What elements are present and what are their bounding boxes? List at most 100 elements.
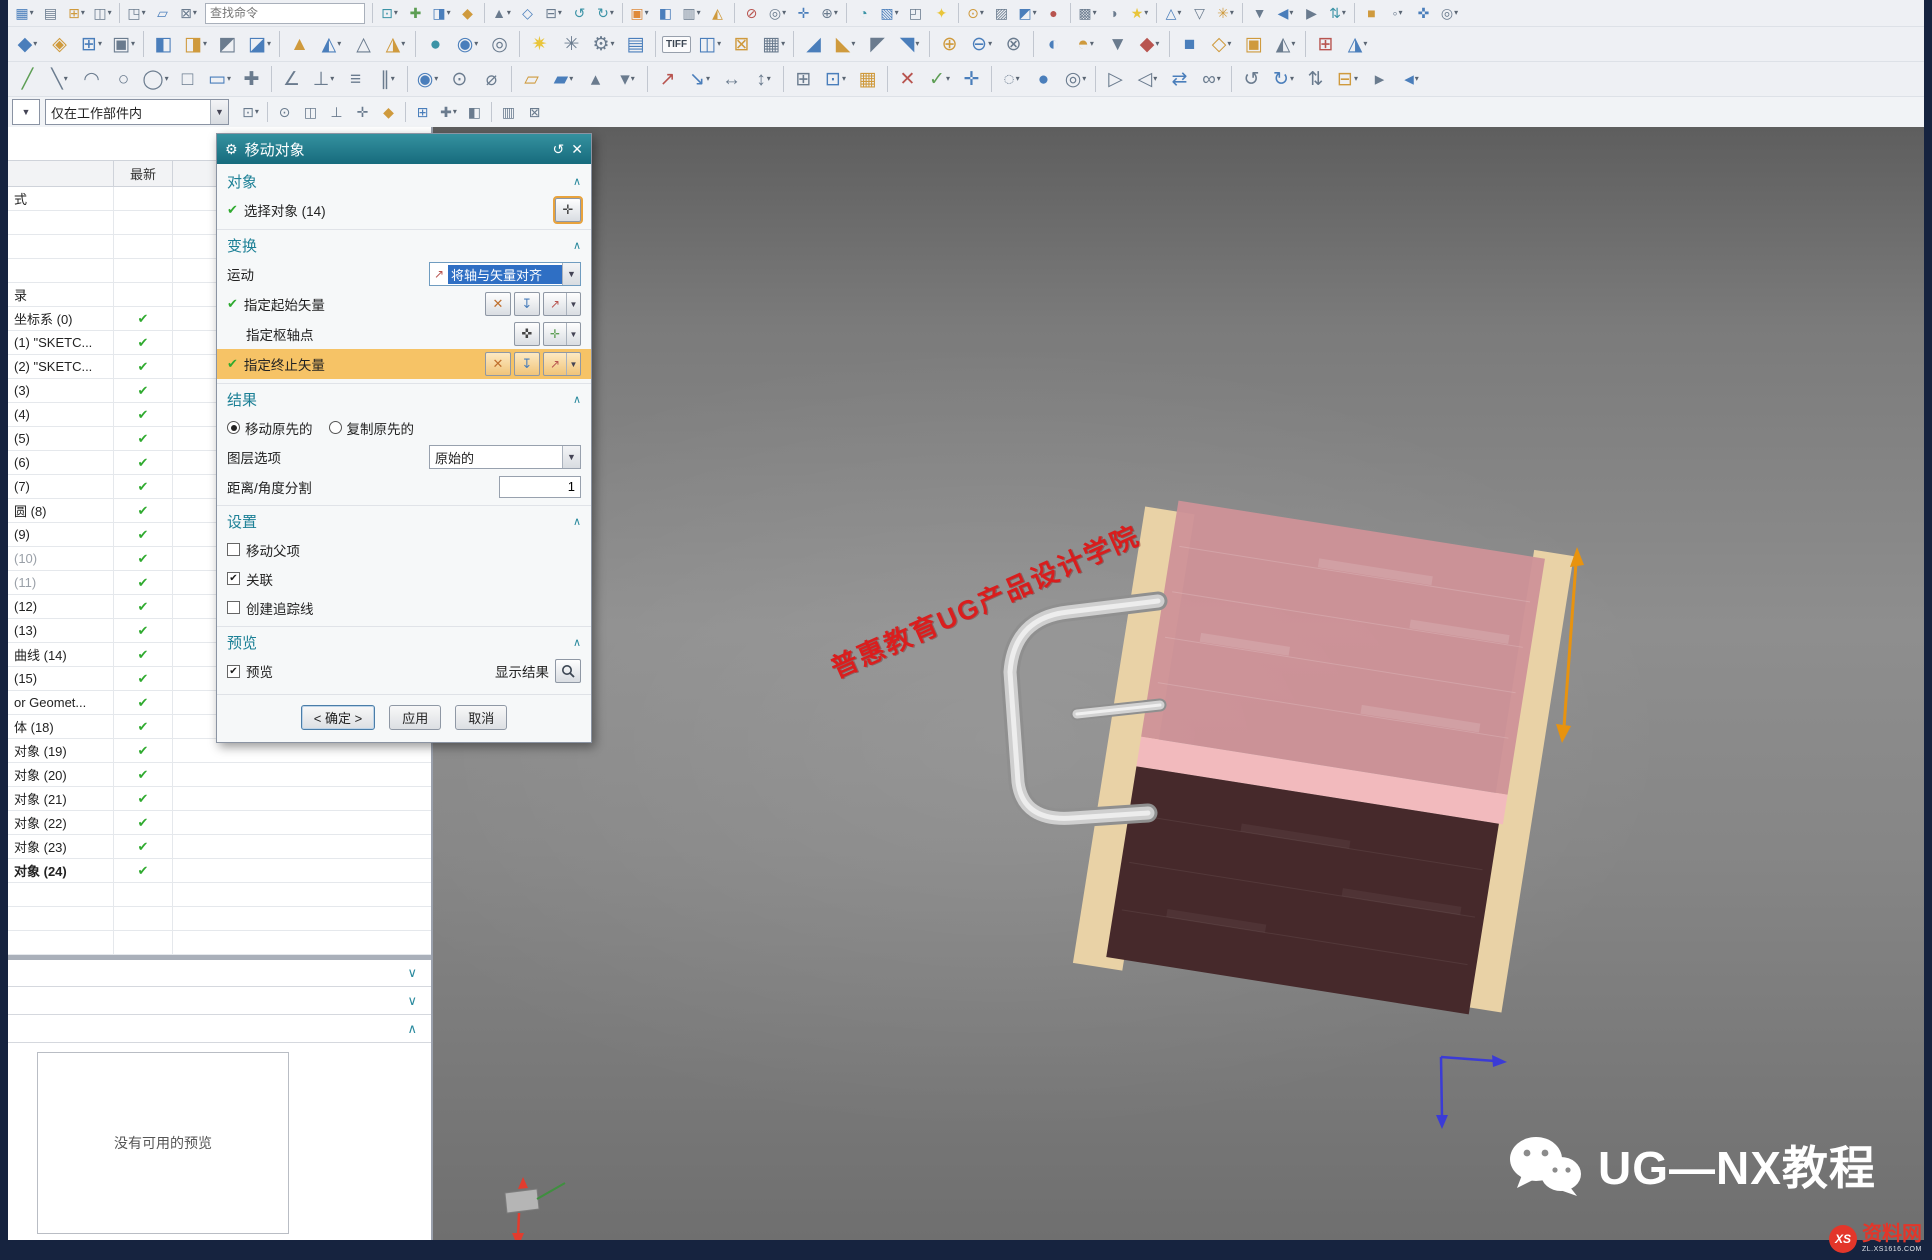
toolbar-icon[interactable]: ✓▾	[924, 65, 955, 93]
point-dialog-button[interactable]: ✜	[514, 322, 540, 346]
cancel-button[interactable]: 取消	[455, 705, 507, 730]
check-icon[interactable]: ✔	[113, 859, 173, 882]
toolbar-icon[interactable]: ✕	[892, 65, 923, 93]
toolbar-icon[interactable]: ▭▾	[204, 65, 235, 93]
toolbar-icon[interactable]: ◠	[76, 65, 107, 93]
toolbar-icon[interactable]: ▸	[1364, 65, 1395, 93]
check-icon[interactable]: ✔	[113, 739, 173, 762]
toolbar-icon[interactable]: ▣	[1238, 30, 1269, 58]
vector-dialog-button[interactable]: ↧	[514, 292, 540, 316]
chevron-down-icon[interactable]: ∨	[407, 965, 417, 981]
toolbar-icon[interactable]: ▶	[1299, 2, 1324, 24]
toolbar-icon[interactable]: ▱	[150, 2, 175, 24]
toolbar-icon[interactable]: ◪▾	[244, 30, 275, 58]
toolbar-icon[interactable]: ⊠	[522, 101, 547, 123]
toolbar-icon[interactable]: ●	[1028, 65, 1059, 93]
check-icon[interactable]: ✔	[113, 787, 173, 810]
toolbar-icon[interactable]: ✛	[791, 2, 816, 24]
tree-row[interactable]	[8, 931, 431, 955]
toolbar-icon[interactable]: ▤	[38, 2, 63, 24]
tree-row[interactable]	[8, 883, 431, 907]
tree-header-latest-column[interactable]: 最新	[113, 161, 173, 186]
tree-row[interactable]: 对象 (23)✔	[8, 835, 431, 859]
toolbar-icon[interactable]: ⊙	[272, 101, 297, 123]
toolbar-icon[interactable]: ◧	[462, 101, 487, 123]
toolbar-icon[interactable]: ◭▾	[1270, 30, 1301, 58]
toolbar-icon[interactable]: ◫▾	[90, 2, 115, 24]
toolbar-icon[interactable]: ⇅▾	[1325, 2, 1350, 24]
toolbar-icon[interactable]: ⌀	[476, 65, 507, 93]
check-icon[interactable]: ✔	[113, 763, 173, 786]
toolbar-icon[interactable]: ⊠▾	[176, 2, 201, 24]
toolbar-icon[interactable]: ◈	[44, 30, 75, 58]
toolbar-icon[interactable]: ⊟▾	[541, 2, 566, 24]
check-icon[interactable]: ✔	[113, 667, 173, 690]
toolbar-icon[interactable]: ◮▾	[380, 30, 411, 58]
toolbar-icon[interactable]: ◆▾	[12, 30, 43, 58]
toolbar-icon[interactable]: ◉▾	[412, 65, 443, 93]
section-header-result[interactable]: 结果 ∧	[217, 383, 591, 413]
tree-section-details[interactable]: ∨	[8, 988, 431, 1015]
check-icon[interactable]: ✔	[113, 499, 173, 522]
toolbar-icon[interactable]: ▦	[852, 65, 883, 93]
toolbar-icon[interactable]: ▦▾	[758, 30, 789, 58]
toolbar-icon[interactable]: ●	[1041, 2, 1066, 24]
wcs-axes-icon[interactable]	[1436, 1055, 1507, 1129]
trace-curves-checkbox[interactable]	[227, 601, 240, 614]
toolbar-icon[interactable]: ⊙▾	[963, 2, 988, 24]
inferred-vector-button[interactable]: ✕	[485, 352, 511, 376]
section-header-preview[interactable]: 预览 ∧	[217, 626, 591, 656]
toolbar-icon[interactable]: ◆	[376, 101, 401, 123]
division-input[interactable]	[499, 476, 581, 498]
viewport-3d-scene[interactable]	[433, 127, 1924, 1240]
check-icon[interactable]: ✔	[113, 475, 173, 498]
tree-row[interactable]	[8, 907, 431, 931]
toolbar-icon[interactable]: ◁▾	[1132, 65, 1163, 93]
ok-button[interactable]: < 确定 >	[301, 705, 375, 730]
toolbar-icon[interactable]: ◇	[515, 2, 540, 24]
reset-icon[interactable]: ↺	[553, 141, 565, 158]
check-icon[interactable]: ✔	[113, 619, 173, 642]
toolbar-icon[interactable]: ●	[420, 30, 451, 58]
toolbar-icon[interactable]: ◧	[148, 30, 179, 58]
check-icon[interactable]: ✔	[113, 451, 173, 474]
vector-dialog-button[interactable]: ↧	[514, 352, 540, 376]
toolbar-icon[interactable]: ⊥	[324, 101, 349, 123]
toolbar-icon[interactable]: ⊡▾	[377, 2, 402, 24]
toolbar-icon[interactable]: △▾	[1161, 2, 1186, 24]
toolbar-icon[interactable]: ↕▾	[748, 65, 779, 93]
tree-row[interactable]: 对象 (20)✔	[8, 763, 431, 787]
dialog-titlebar[interactable]: ⚙ 移动对象 ↺ ✕	[217, 134, 591, 164]
toolbar-icon[interactable]: □	[172, 65, 203, 93]
preview-checkbox[interactable]	[227, 665, 240, 678]
toolbar-icon[interactable]: ◀▾	[1273, 2, 1298, 24]
toolbar-icon[interactable]: ◨▾	[429, 2, 454, 24]
section-header-object[interactable]: 对象 ∧	[217, 166, 591, 195]
check-icon[interactable]: ✔	[113, 379, 173, 402]
toolbar-icon[interactable]: ⊕	[934, 30, 965, 58]
toolbar-icon[interactable]: ✜	[1411, 2, 1436, 24]
toolbar-icon[interactable]: ∥▾	[372, 65, 403, 93]
toolbar-icon[interactable]: ▼	[1247, 2, 1272, 24]
toolbar-icon[interactable]: ◎▾	[765, 2, 790, 24]
section-header-settings[interactable]: 设置 ∧	[217, 505, 591, 535]
toolbar-icon[interactable]: ◇▾	[1206, 30, 1237, 58]
toolbar-icon[interactable]: △	[348, 30, 379, 58]
toolbar-icon[interactable]: ○	[108, 65, 139, 93]
associative-checkbox[interactable]	[227, 572, 240, 585]
toolbar-icon[interactable]: ▨	[989, 2, 1014, 24]
toolbar-icon[interactable]: ◔	[851, 2, 876, 24]
toolbar-icon[interactable]: ╱	[12, 65, 43, 93]
check-icon[interactable]: ✔	[113, 571, 173, 594]
graphics-viewport[interactable]: 普惠教育UG产品设计学院 UG—NX教程	[433, 127, 1924, 1240]
toolbar-icon[interactable]: ▲▾	[489, 2, 514, 24]
toolbar-icon[interactable]: ↺	[1236, 65, 1267, 93]
check-icon[interactable]: ✔	[113, 427, 173, 450]
toolbar-icon[interactable]: ▽	[1187, 2, 1212, 24]
tree-row[interactable]: 对象 (24)✔	[8, 859, 431, 883]
toolbar-icon[interactable]: ⊖▾	[966, 30, 997, 58]
tree-section-preview[interactable]: ∧	[8, 1016, 431, 1043]
toolbar-icon[interactable]: ◩	[212, 30, 243, 58]
select-object-button[interactable]: ✛	[555, 198, 581, 222]
toolbar-icon[interactable]: ▦▾	[12, 2, 37, 24]
